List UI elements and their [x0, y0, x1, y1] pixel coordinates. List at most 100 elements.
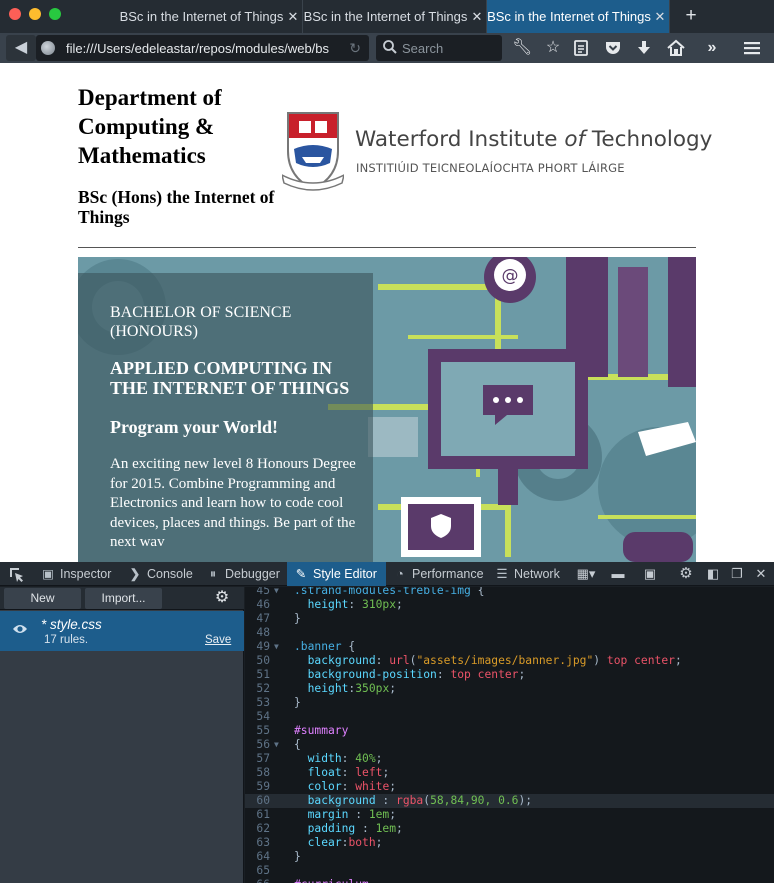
- dock-side-icon[interactable]: ◧: [703, 564, 723, 584]
- code-text: color: white;: [307, 780, 397, 793]
- code-line[interactable]: 57 width: 40%;: [245, 752, 774, 766]
- code-line[interactable]: 62 padding : 1em;: [245, 822, 774, 836]
- import-stylesheet-button[interactable]: Import...: [85, 588, 162, 609]
- code-line[interactable]: 59 color: white;: [245, 780, 774, 794]
- fold-toggle-icon[interactable]: ▼: [274, 738, 279, 752]
- code-line[interactable]: 63 clear:both;: [245, 836, 774, 850]
- code-line[interactable]: 47}: [245, 612, 774, 626]
- new-tab-button[interactable]: +: [680, 4, 702, 28]
- responsive-design-icon[interactable]: ▬: [608, 564, 628, 584]
- zoom-window-button[interactable]: [49, 8, 61, 20]
- line-number: 66: [245, 878, 270, 883]
- reading-list-icon[interactable]: [571, 38, 591, 58]
- institution-name: Waterford Institute of Technology: [355, 127, 712, 152]
- code-text: #curriculum: [294, 878, 369, 883]
- code-line[interactable]: 55 #summary: [245, 724, 774, 738]
- browser-tab-1[interactable]: BSc in the Internet of Things ✕: [119, 0, 303, 33]
- url-text[interactable]: file:///Users/edeleastar/repos/modules/w…: [66, 41, 338, 56]
- close-tab-icon[interactable]: ✕: [468, 9, 486, 25]
- institution-name-part: Waterford Institute: [355, 127, 565, 152]
- code-line[interactable]: 46 height: 310px;: [245, 598, 774, 612]
- close-devtools-icon[interactable]: ✕: [751, 564, 771, 584]
- fold-toggle-icon[interactable]: ▼: [274, 587, 279, 598]
- pocket-icon[interactable]: [603, 38, 623, 58]
- tagline: Program your World!: [110, 417, 278, 437]
- fold-toggle-icon[interactable]: ▼: [274, 640, 279, 654]
- code-line[interactable]: 58 float: left;: [245, 766, 774, 780]
- code-text: }: [294, 850, 301, 863]
- code-line[interactable]: 49 ▼ .banner {: [245, 640, 774, 654]
- close-tab-icon[interactable]: ✕: [651, 9, 669, 25]
- code-line[interactable]: 56 ▼ {: [245, 738, 774, 752]
- back-button[interactable]: ◀: [6, 35, 36, 61]
- overflow-icon[interactable]: »: [702, 38, 722, 58]
- search-bar[interactable]: Search: [376, 35, 502, 61]
- code-line[interactable]: 66 #curriculum: [245, 878, 774, 883]
- stylesheet-rule-count: 17 rules.: [44, 634, 89, 646]
- line-number: 46: [256, 598, 270, 611]
- line-number: 63: [256, 836, 270, 849]
- line-number: 48: [256, 626, 270, 639]
- console-icon: ❯: [129, 567, 141, 581]
- gear-icon[interactable]: ⚙: [212, 588, 232, 608]
- close-tab-icon[interactable]: ✕: [284, 9, 302, 25]
- tab-label: Network: [514, 567, 560, 581]
- new-stylesheet-button[interactable]: New: [4, 588, 81, 609]
- settings-gear-icon[interactable]: ⚙: [676, 564, 696, 584]
- code-line[interactable]: 61 margin : 1em;: [245, 808, 774, 822]
- degree-type: BACHELOR OF SCIENCE (HONOURS): [110, 304, 292, 340]
- code-line[interactable]: 64}: [245, 850, 774, 864]
- tab-bar: BSc in the Internet of Things ✕ BSc in t…: [0, 0, 774, 33]
- download-icon[interactable]: [634, 38, 654, 58]
- line-number: 56: [256, 738, 270, 751]
- browser-tab-2[interactable]: BSc in the Internet of Things ✕: [303, 0, 487, 33]
- tab-performance[interactable]: ◔ Performance: [386, 562, 488, 586]
- frame-select-icon[interactable]: ▦▾: [572, 564, 600, 584]
- code-line[interactable]: 65: [245, 864, 774, 878]
- sidebar-toolbar: New Import... ⚙: [0, 587, 244, 610]
- line-number: 49: [256, 640, 270, 653]
- search-placeholder[interactable]: Search: [402, 41, 443, 56]
- home-icon[interactable]: [666, 38, 686, 58]
- css-code-editor[interactable]: 45 ▼ .strand-modules-treble-img {46 height…: [245, 587, 774, 883]
- code-line[interactable]: 50 background: url("assets/images/banner…: [245, 654, 774, 668]
- stylesheet-item[interactable]: * style.css 17 rules. Save: [0, 611, 244, 651]
- pick-element-icon[interactable]: [6, 564, 26, 584]
- screenshot-icon[interactable]: ▣: [640, 564, 660, 584]
- eye-icon[interactable]: [12, 623, 28, 635]
- code-line[interactable]: 54: [245, 710, 774, 724]
- code-line[interactable]: 45 ▼ .strand-modules-treble-img {: [245, 587, 774, 598]
- institution-name-part: Technology: [585, 127, 713, 152]
- line-number: 64: [256, 850, 270, 863]
- code-text: width: 40%;: [307, 752, 383, 765]
- code-line[interactable]: 53}: [245, 696, 774, 710]
- minimize-window-button[interactable]: [29, 8, 41, 20]
- code-line[interactable]: 51 background-position: top center;: [245, 668, 774, 682]
- code-text: margin : 1em;: [307, 808, 397, 821]
- line-number: 47: [256, 612, 270, 625]
- star-icon[interactable]: ☆: [543, 38, 563, 58]
- line-number: 55: [256, 724, 270, 737]
- undock-icon[interactable]: ❐: [727, 564, 747, 584]
- menu-icon[interactable]: [742, 38, 762, 58]
- tab-network[interactable]: ☰ Network: [488, 562, 568, 586]
- style-editor-icon: ✎: [295, 567, 307, 581]
- tab-console[interactable]: ❯ Console: [120, 562, 198, 586]
- code-text: background-position: top center;: [307, 668, 526, 681]
- url-bar[interactable]: file:///Users/edeleastar/repos/modules/w…: [36, 35, 369, 61]
- tab-inspector[interactable]: ▣ Inspector: [32, 562, 120, 586]
- browser-tab-3-active[interactable]: BSc in the Internet of Things ✕: [487, 0, 670, 33]
- code-line[interactable]: 52 height:350px;: [245, 682, 774, 696]
- save-link[interactable]: Save: [205, 634, 231, 646]
- tab-debugger[interactable]: ⏸ Debugger: [198, 562, 286, 586]
- institution-name-part: of: [564, 127, 586, 152]
- tab-style-editor[interactable]: ✎ Style Editor: [287, 562, 386, 586]
- reload-icon[interactable]: ↻: [349, 40, 361, 57]
- code-line[interactable]: 60 background : rgba(58,84,90, 0.6);: [245, 794, 774, 808]
- code-text: #summary: [294, 724, 349, 737]
- wrench-icon[interactable]: 🔧︎: [512, 38, 532, 58]
- code-line[interactable]: 48: [245, 626, 774, 640]
- summary-panel: BACHELOR OF SCIENCE (HONOURS) APPLIED CO…: [78, 273, 373, 562]
- close-window-button[interactable]: [9, 8, 21, 20]
- code-text: .banner {: [294, 640, 356, 653]
